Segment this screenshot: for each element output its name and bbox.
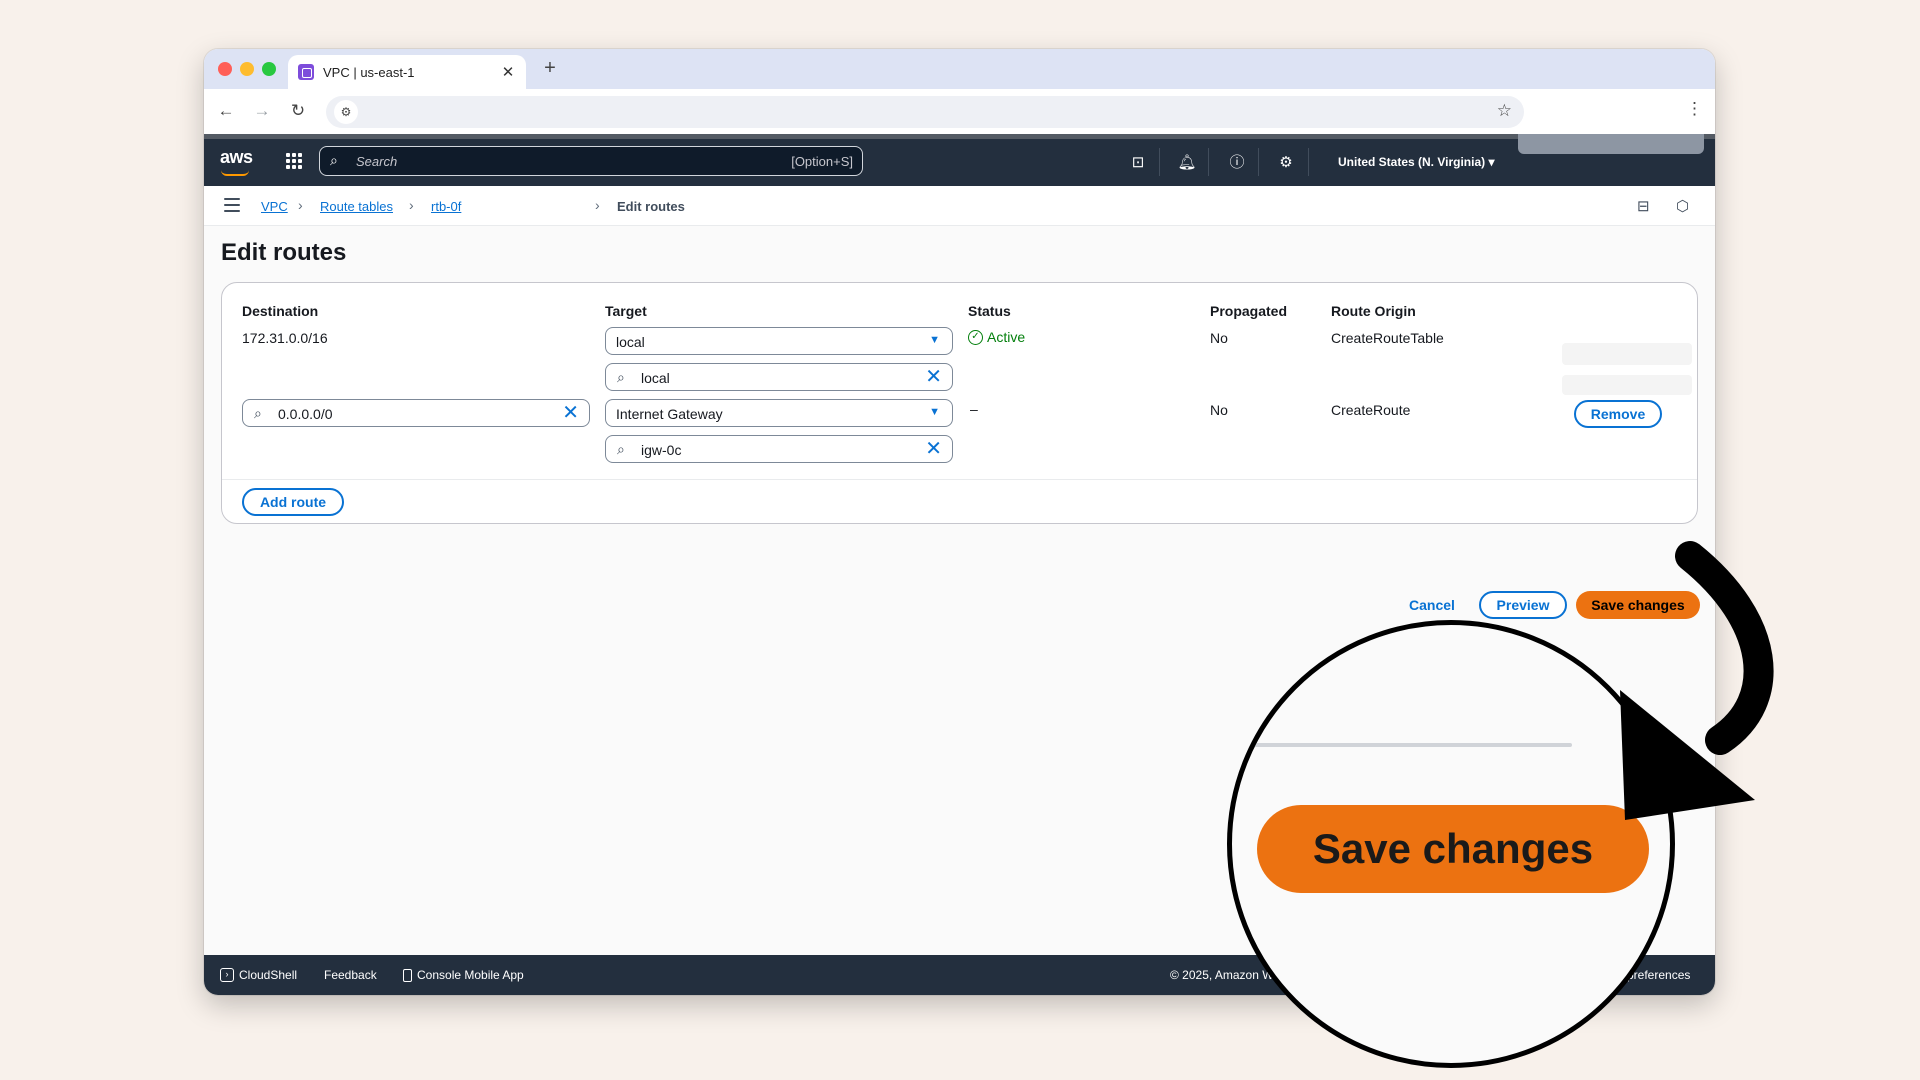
route-2-target-select[interactable]: Internet Gateway ▼ — [605, 399, 953, 427]
aws-search-input[interactable]: ⌕ Search [Option+S] — [319, 146, 863, 176]
chevron-right-icon: › — [298, 197, 303, 213]
forward-arrow-icon[interactable]: → — [250, 99, 274, 123]
footer-feedback-link[interactable]: Feedback — [324, 968, 377, 982]
settings-gear-icon[interactable]: ⚙ — [1274, 151, 1298, 175]
close-window-button[interactable] — [218, 62, 232, 76]
search-icon: ⌕ — [254, 405, 262, 421]
chevron-right-icon: › — [409, 197, 414, 213]
route-1-propagated: No — [1210, 330, 1228, 346]
tab-strip: VPC | us-east-1 ✕ + — [204, 49, 1715, 89]
route-1-destination: 172.31.0.0/16 — [242, 330, 328, 346]
column-header-destination: Destination — [242, 303, 319, 319]
route-2-target-filter-value: igw-0c — [641, 442, 682, 458]
tab-close-icon[interactable]: ✕ — [500, 63, 516, 81]
routes-container: Destination Target Status Propagated Rou… — [221, 282, 1698, 524]
phone-icon — [403, 968, 412, 982]
search-placeholder: Search — [356, 154, 398, 169]
nav-divider — [1159, 148, 1160, 176]
route-1-target-filter[interactable]: ⌕ local ✕ — [605, 363, 953, 391]
aws-logo-smile — [221, 170, 249, 176]
tools-panel-icon[interactable]: ⬡ — [1676, 197, 1689, 215]
new-tab-button[interactable]: + — [538, 57, 562, 80]
clear-icon[interactable]: ✕ — [925, 366, 942, 388]
search-icon: ⌕ — [617, 441, 625, 457]
route-1-status: ✓ Active — [968, 329, 1025, 345]
route-2-status: – — [970, 401, 978, 417]
route-2-destination-value: 0.0.0.0/0 — [278, 406, 333, 422]
save-changes-button[interactable]: Save changes — [1576, 591, 1700, 619]
route-2-propagated: No — [1210, 402, 1228, 418]
back-arrow-icon[interactable]: ← — [214, 99, 238, 123]
maximize-window-button[interactable] — [262, 62, 276, 76]
route-2-target-value: Internet Gateway — [616, 406, 723, 422]
disabled-remove-placeholder — [1562, 375, 1692, 395]
browser-toolbar: ← → ↻ ⚙ ☆ ⋮ — [204, 89, 1715, 134]
search-icon: ⌕ — [330, 152, 338, 168]
region-selector[interactable]: United States (N. Virginia) ▾ — [1338, 155, 1495, 169]
footer-mobile-app-link[interactable]: Console Mobile App — [403, 968, 524, 982]
route-1-target-filter-value: local — [641, 370, 670, 386]
account-menu[interactable] — [1518, 134, 1704, 154]
footer-mobile-app-label: Console Mobile App — [417, 968, 524, 982]
browser-menu-icon[interactable]: ⋮ — [1686, 99, 1703, 119]
search-shortcut: [Option+S] — [791, 154, 853, 169]
cloudshell-icon[interactable]: ⊡ — [1126, 151, 1150, 175]
preview-button[interactable]: Preview — [1479, 591, 1567, 619]
route-2-destination-input[interactable]: ⌕ 0.0.0.0/0 ✕ — [242, 399, 590, 427]
nav-divider — [1258, 148, 1259, 176]
breadcrumb-route-table-id[interactable]: rtb-0f — [431, 199, 461, 214]
status-success-icon: ✓ — [968, 329, 983, 345]
nav-divider — [1308, 148, 1309, 176]
tab-title: VPC | us-east-1 — [323, 64, 415, 80]
zoom-divider-line — [1252, 743, 1572, 747]
minimize-window-button[interactable] — [240, 62, 254, 76]
cancel-button[interactable]: Cancel — [1409, 597, 1455, 613]
aws-top-nav: aws ⌕ Search [Option+S] ⊡ 🔔︎ ⓘ ⚙ United … — [204, 134, 1715, 186]
column-header-target: Target — [605, 303, 647, 319]
search-icon: ⌕ — [617, 369, 625, 385]
chevron-right-icon: › — [595, 197, 600, 213]
site-info-icon[interactable]: ⚙ — [334, 100, 358, 124]
breadcrumb: VPC › Route tables › rtb-0f › Edit route… — [204, 186, 1715, 226]
remove-route-button[interactable]: Remove — [1574, 400, 1662, 428]
nav-divider — [1208, 148, 1209, 176]
clear-icon[interactable]: ✕ — [925, 438, 942, 460]
page-title: Edit routes — [221, 239, 347, 266]
footer-cloudshell-link[interactable]: › CloudShell — [220, 968, 297, 982]
breadcrumb-vpc[interactable]: VPC — [261, 199, 288, 214]
column-header-propagated: Propagated — [1210, 303, 1288, 319]
side-nav-menu-icon[interactable] — [224, 198, 240, 212]
card-divider — [222, 479, 1697, 480]
column-header-route-origin: Route Origin — [1331, 303, 1416, 319]
feedback-screen-icon[interactable]: ⊟ — [1637, 197, 1650, 215]
breadcrumb-current: Edit routes — [617, 199, 685, 214]
bookmark-star-icon[interactable]: ☆ — [1497, 101, 1512, 121]
route-2-origin: CreateRoute — [1331, 402, 1411, 418]
route-1-status-text: Active — [987, 329, 1026, 345]
breadcrumb-route-tables[interactable]: Route tables — [320, 199, 393, 214]
caret-down-icon: ▼ — [929, 406, 940, 418]
footer-cloudshell-label: CloudShell — [239, 968, 298, 982]
column-header-status: Status — [968, 303, 1011, 319]
route-2-target-filter[interactable]: ⌕ igw-0c ✕ — [605, 435, 953, 463]
reload-icon[interactable]: ↻ — [286, 99, 310, 123]
aws-logo[interactable]: aws — [220, 147, 253, 168]
clear-icon[interactable]: ✕ — [562, 402, 579, 424]
add-route-button[interactable]: Add route — [242, 488, 344, 516]
vpc-favicon-icon — [298, 64, 314, 80]
notifications-bell-icon[interactable]: 🔔︎ — [1175, 151, 1199, 175]
zoomed-save-changes-button: Save changes — [1257, 805, 1649, 893]
footer-copyright: © 2025, Amazon W — [1170, 968, 1274, 982]
terminal-icon: › — [220, 968, 234, 982]
route-1-target-value: local — [616, 334, 645, 350]
route-1-origin: CreateRouteTable — [1331, 330, 1444, 346]
zoom-callout-circle: Save changes — [1227, 620, 1675, 1068]
address-bar[interactable]: ⚙ ☆ — [326, 96, 1524, 128]
route-1-target-select[interactable]: local ▼ — [605, 327, 953, 355]
browser-tab[interactable]: VPC | us-east-1 ✕ — [288, 55, 526, 89]
caret-down-icon: ▼ — [929, 334, 940, 346]
services-grid-icon[interactable] — [286, 153, 302, 169]
disabled-remove-placeholder — [1562, 343, 1692, 365]
help-icon[interactable]: ⓘ — [1225, 151, 1249, 175]
